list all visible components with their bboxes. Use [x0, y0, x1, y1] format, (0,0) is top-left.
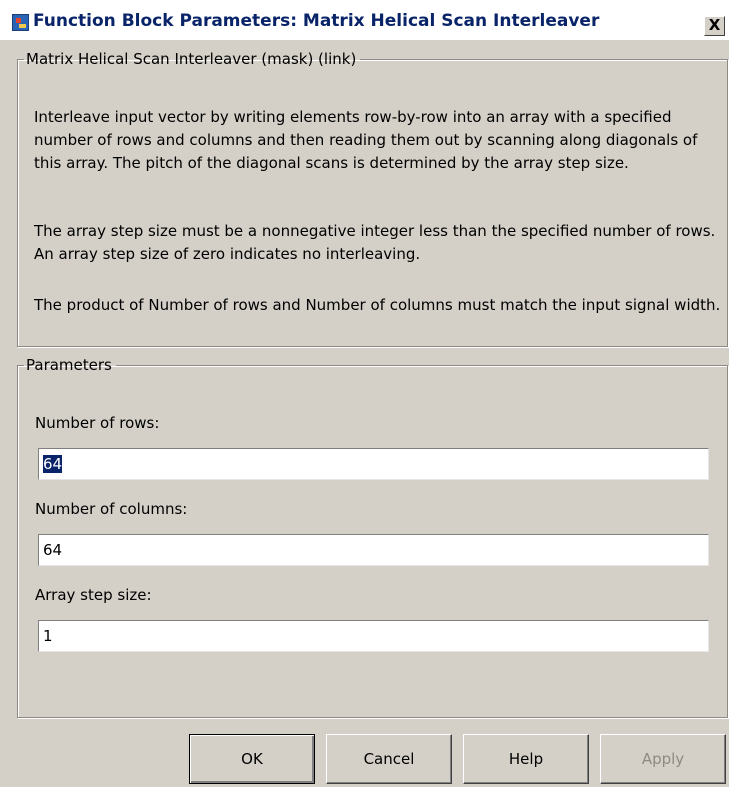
description-paragraph-3: The product of Number of rows and Number…	[34, 296, 721, 314]
number-of-columns-input[interactable]: 64	[38, 534, 709, 566]
description-group-legend: Matrix Helical Scan Interleaver (mask) (…	[26, 50, 357, 68]
title-bar: Function Block Parameters: Matrix Helica…	[0, 0, 729, 40]
help-button[interactable]: Help	[463, 734, 589, 784]
window-title: Function Block Parameters: Matrix Helica…	[33, 11, 600, 31]
description-group: Matrix Helical Scan Interleaver (mask) (…	[17, 50, 728, 347]
description-paragraph-2: The array step size must be a nonnegativ…	[34, 222, 716, 263]
parameters-group: Parameters Number of rows: 64 Number of …	[17, 356, 728, 718]
ok-button[interactable]: OK	[189, 734, 315, 784]
number-of-columns-label: Number of columns:	[35, 500, 188, 518]
simulink-block-icon	[12, 14, 29, 31]
number-of-rows-input[interactable]: 64	[38, 448, 709, 480]
parameters-group-legend: Parameters	[26, 356, 112, 374]
description-paragraph-1: Interleave input vector by writing eleme…	[34, 108, 698, 172]
cancel-button[interactable]: Cancel	[326, 734, 452, 784]
number-of-rows-label: Number of rows:	[35, 414, 160, 432]
array-step-size-input[interactable]: 1	[38, 620, 709, 652]
apply-button[interactable]: Apply	[600, 734, 726, 784]
close-button[interactable]: X	[704, 16, 725, 36]
number-of-rows-value: 64	[43, 455, 63, 473]
array-step-size-label: Array step size:	[35, 586, 152, 604]
